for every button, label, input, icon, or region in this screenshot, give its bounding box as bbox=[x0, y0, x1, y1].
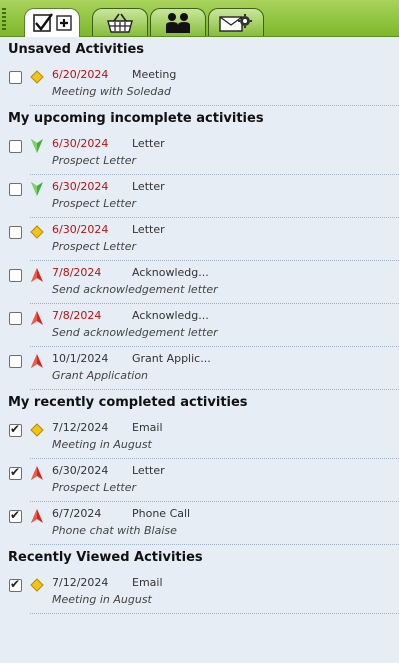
low-priority-icon bbox=[30, 181, 44, 196]
complete-checkbox[interactable] bbox=[9, 226, 22, 239]
section-header: My upcoming incomplete activities bbox=[8, 111, 264, 126]
high-priority-icon bbox=[30, 508, 44, 523]
activity-description[interactable]: Meeting with Soledad bbox=[52, 85, 171, 98]
check-icon: ✔ bbox=[10, 422, 21, 436]
activity-description[interactable]: Meeting in August bbox=[52, 593, 152, 606]
activity-description[interactable]: Prospect Letter bbox=[52, 481, 136, 494]
activity-type: Acknowledg... bbox=[132, 266, 209, 279]
activity-date: 6/30/2024 bbox=[52, 464, 109, 477]
basket-icon bbox=[107, 13, 133, 33]
complete-checkbox[interactable]: ✔ bbox=[9, 465, 22, 480]
activity-item[interactable]: 6/20/2024 Meeting Meeting with Soledad bbox=[0, 63, 399, 106]
section-header: Recently Viewed Activities bbox=[8, 550, 203, 565]
activity-list: Unsaved Activities 6/20/2024 Meeting Meetin… bbox=[0, 37, 399, 614]
activity-description[interactable]: Prospect Letter bbox=[52, 197, 136, 210]
medium-priority-icon bbox=[30, 422, 44, 437]
activity-type: Email bbox=[132, 421, 163, 434]
activity-item[interactable]: 6/30/2024 Letter Prospect Letter bbox=[0, 132, 399, 175]
complete-checkbox[interactable] bbox=[9, 71, 22, 84]
activity-description[interactable]: Meeting in August bbox=[52, 438, 152, 451]
check-icon: ✔ bbox=[10, 465, 21, 479]
divider bbox=[30, 544, 399, 545]
activity-item[interactable]: ✔ 6/7/2024 Phone Call Phone chat with Blais… bbox=[0, 502, 399, 545]
activity-type: Grant Applic... bbox=[132, 352, 211, 365]
complete-checkbox[interactable]: ✔ bbox=[9, 508, 22, 523]
complete-checkbox[interactable]: ✔ bbox=[9, 577, 22, 592]
divider bbox=[30, 105, 399, 106]
activity-item[interactable]: ✔ 7/12/2024 Email Meeting in August bbox=[0, 416, 399, 459]
divider bbox=[30, 613, 399, 614]
activity-date: 7/12/2024 bbox=[52, 421, 109, 434]
activity-date: 10/1/2024 bbox=[52, 352, 109, 365]
high-priority-icon bbox=[30, 267, 44, 282]
section-header: Unsaved Activities bbox=[8, 42, 145, 57]
high-priority-icon bbox=[30, 310, 44, 325]
activity-type: Phone Call bbox=[132, 507, 191, 520]
medium-priority-icon bbox=[30, 224, 44, 239]
activity-item[interactable]: 7/8/2024 Acknowledg... Send acknowledgemen… bbox=[0, 261, 399, 304]
check-icon: ✔ bbox=[10, 577, 21, 591]
medium-priority-icon bbox=[30, 69, 44, 84]
activity-type: Acknowledg... bbox=[132, 309, 209, 322]
activity-item[interactable]: 6/30/2024 Letter Prospect Letter bbox=[0, 175, 399, 218]
tab-activities[interactable] bbox=[24, 8, 80, 37]
activity-type: Letter bbox=[132, 137, 165, 150]
complete-checkbox[interactable] bbox=[9, 140, 22, 153]
low-priority-icon bbox=[30, 138, 44, 153]
activity-item[interactable]: ✔ 6/30/2024 Letter Prospect Letter bbox=[0, 459, 399, 502]
check-icon: ✔ bbox=[10, 508, 21, 522]
complete-checkbox[interactable] bbox=[9, 355, 22, 368]
divider bbox=[30, 389, 399, 390]
activity-date: 7/12/2024 bbox=[52, 576, 109, 589]
activity-date: 7/8/2024 bbox=[52, 266, 102, 279]
envelope-gear-icon bbox=[219, 13, 252, 32]
complete-checkbox[interactable] bbox=[9, 183, 22, 196]
activity-type: Meeting bbox=[132, 68, 177, 81]
activity-date: 6/30/2024 bbox=[52, 223, 109, 236]
complete-checkbox[interactable] bbox=[9, 312, 22, 325]
activity-item[interactable]: 7/8/2024 Acknowledg... Send acknowledgemen… bbox=[0, 304, 399, 347]
activity-date: 7/8/2024 bbox=[52, 309, 102, 322]
tab-people[interactable] bbox=[150, 8, 206, 36]
activity-date: 6/30/2024 bbox=[52, 180, 109, 193]
activity-type: Letter bbox=[132, 180, 165, 193]
activity-description[interactable]: Prospect Letter bbox=[52, 240, 136, 253]
medium-priority-icon bbox=[30, 577, 44, 592]
tab-bar bbox=[0, 0, 399, 37]
activity-type: Letter bbox=[132, 223, 165, 236]
activity-description[interactable]: Phone chat with Blaise bbox=[52, 524, 177, 537]
activity-item[interactable]: 6/30/2024 Letter Prospect Letter bbox=[0, 218, 399, 261]
activity-date: 6/30/2024 bbox=[52, 137, 109, 150]
activity-type: Email bbox=[132, 576, 163, 589]
activity-description[interactable]: Send acknowledgement letter bbox=[52, 283, 218, 296]
high-priority-icon bbox=[30, 353, 44, 368]
activity-date: 6/7/2024 bbox=[52, 507, 102, 520]
activity-date: 6/20/2024 bbox=[52, 68, 109, 81]
activity-description[interactable]: Prospect Letter bbox=[52, 154, 136, 167]
tab-basket[interactable] bbox=[92, 8, 148, 36]
activity-type: Letter bbox=[132, 464, 165, 477]
activity-description[interactable]: Send acknowledgement letter bbox=[52, 326, 218, 339]
high-priority-icon bbox=[30, 465, 44, 480]
tab-mail[interactable] bbox=[208, 8, 264, 36]
activity-item[interactable]: 10/1/2024 Grant Applic... Grant Applicatio… bbox=[0, 347, 399, 390]
people-icon bbox=[166, 12, 190, 33]
activity-description[interactable]: Grant Application bbox=[52, 369, 148, 382]
activity-item[interactable]: ✔ 7/12/2024 Email Meeting in August bbox=[0, 571, 399, 614]
grip-handle[interactable] bbox=[2, 8, 6, 30]
checkmark-plus-icon bbox=[33, 13, 72, 32]
complete-checkbox[interactable] bbox=[9, 269, 22, 282]
section-header: My recently completed activities bbox=[8, 395, 248, 410]
complete-checkbox[interactable]: ✔ bbox=[9, 422, 22, 437]
